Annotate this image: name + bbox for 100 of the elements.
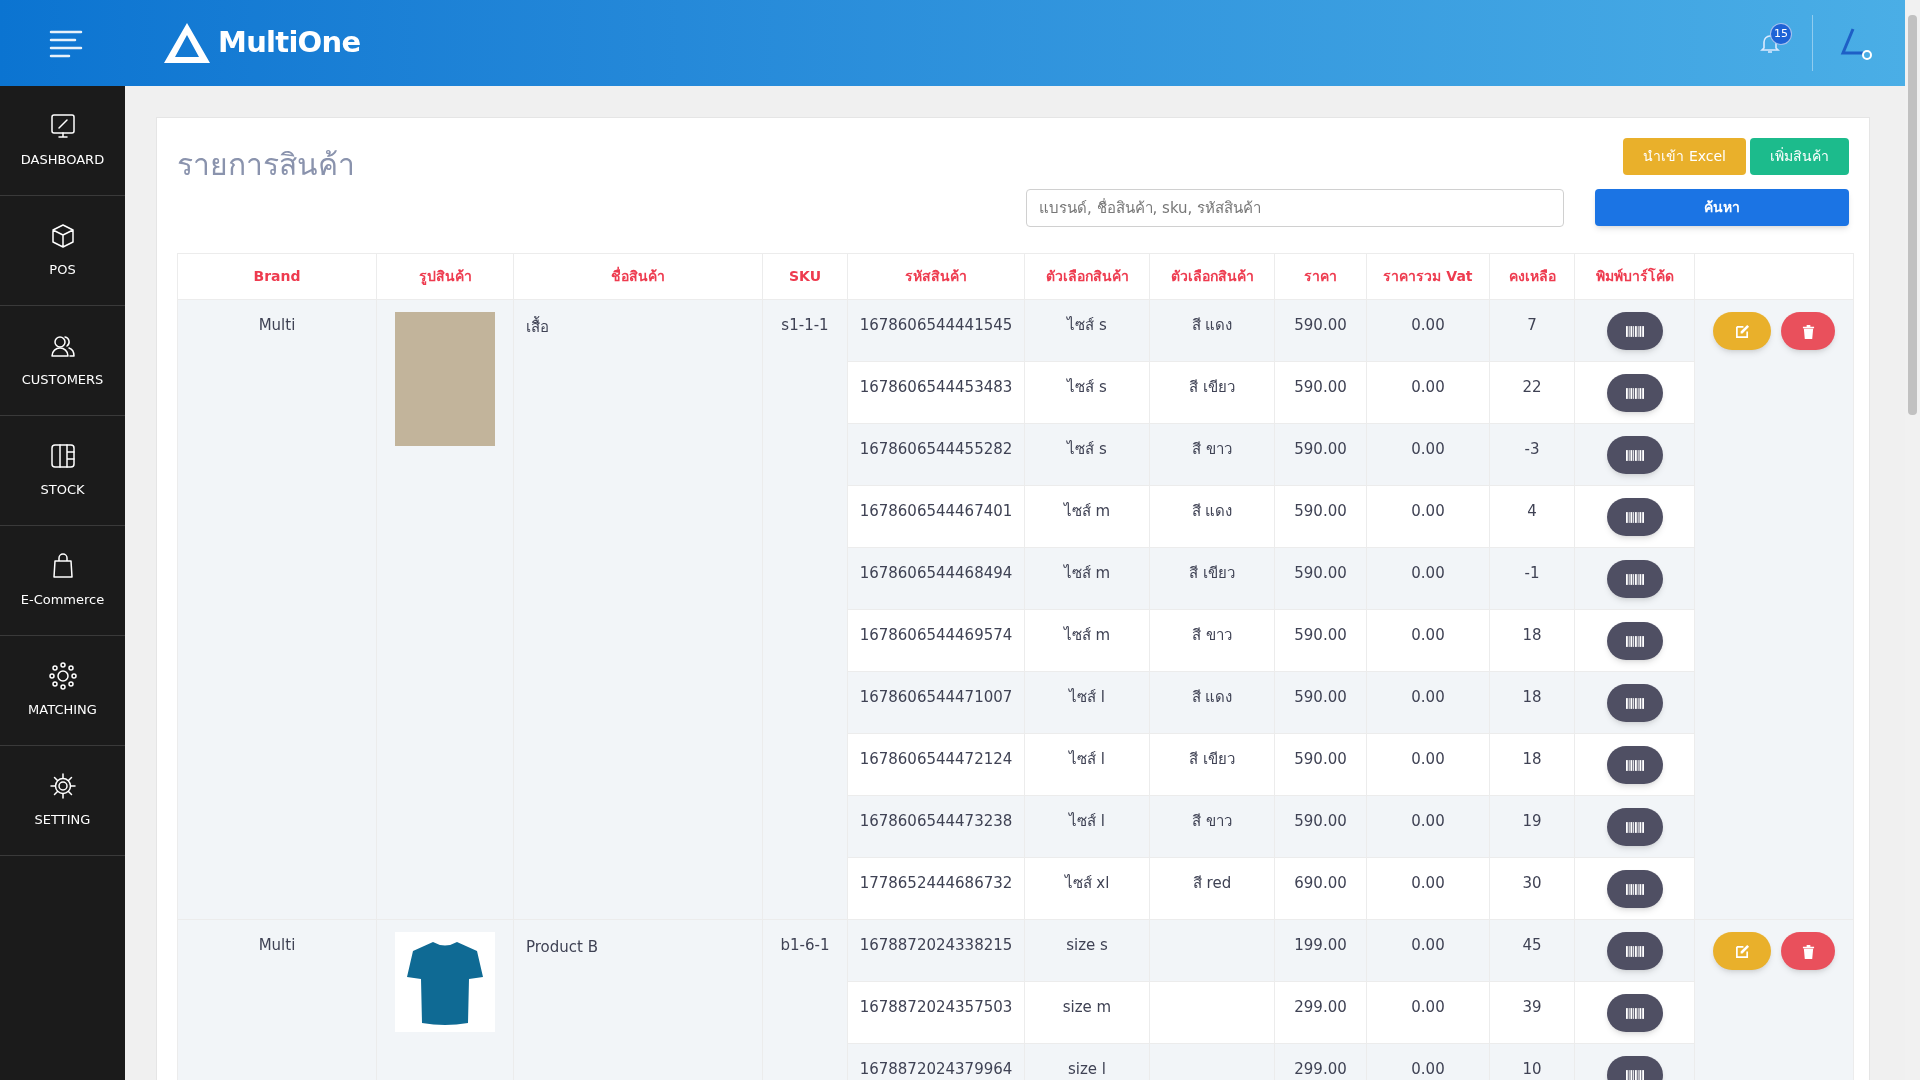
table-cell: 1678606544441545 [847, 299, 1025, 362]
barcode-button[interactable] [1606, 870, 1663, 908]
columns-icon [48, 441, 77, 470]
table-cell: Multi [177, 299, 377, 920]
table-cell: เสื้อ [513, 299, 763, 920]
table-cell: ไซส์ m [1024, 609, 1150, 672]
barcode-icon [1625, 449, 1644, 461]
table-cell: Multi [177, 919, 377, 1080]
network-icon [48, 661, 77, 690]
brand-name: MultiOne [218, 24, 361, 62]
logo-icon [162, 21, 212, 65]
table-cell: 18 [1489, 671, 1575, 734]
sidebar-item[interactable]: E-Commerce [0, 526, 125, 636]
barcode-button[interactable] [1606, 436, 1663, 474]
sidebar-item[interactable]: POS [0, 196, 125, 306]
barcode-button[interactable] [1606, 312, 1663, 350]
table-cell: ไซส์ xl [1024, 857, 1150, 920]
table-cell: 1678606544455282 [847, 423, 1025, 486]
table-cell: สี red [1149, 857, 1275, 920]
table-cell: 0.00 [1366, 299, 1490, 362]
table-cell: 690.00 [1274, 857, 1367, 920]
table-cell: สี ขาว [1149, 795, 1275, 858]
table-cell: 1778652444686732 [847, 857, 1025, 920]
table-cell: 0.00 [1366, 919, 1490, 982]
table-cell: 590.00 [1274, 733, 1367, 796]
menu-icon[interactable] [49, 28, 83, 58]
table-cell: 0.00 [1366, 795, 1490, 858]
barcode-button[interactable] [1606, 932, 1663, 970]
table-cell: 299.00 [1274, 981, 1367, 1044]
column-header: ราคารวม Vat [1366, 253, 1490, 300]
barcode-button[interactable] [1606, 808, 1663, 846]
table-cell: ไซส์ s [1024, 423, 1150, 486]
table-cell: 22 [1489, 361, 1575, 424]
sidebar-item[interactable]: CUSTOMERS [0, 306, 125, 416]
table-cell: 1678872024357503 [847, 981, 1025, 1044]
table-cell: 1678606544473238 [847, 795, 1025, 858]
sidebar-item[interactable]: STOCK [0, 416, 125, 526]
table-cell: Product B [513, 919, 763, 1080]
table-cell: 18 [1489, 609, 1575, 672]
barcode-icon [1625, 511, 1644, 523]
barcode-icon [1625, 759, 1644, 771]
barcode-icon [1625, 821, 1644, 833]
column-header: ราคา [1274, 253, 1367, 300]
table-cell: ไซส์ s [1024, 361, 1150, 424]
table-cell: ไซส์ m [1024, 485, 1150, 548]
sidebar-item[interactable]: MATCHING [0, 636, 125, 746]
table-cell: -1 [1489, 547, 1575, 610]
page-title: รายการสินค้า [177, 146, 355, 184]
table-cell: 1678606544469574 [847, 609, 1025, 672]
delete-button[interactable] [1781, 312, 1835, 350]
table-cell: 1678872024338215 [847, 919, 1025, 982]
table-cell: 1678606544453483 [847, 361, 1025, 424]
notification-button[interactable]: 15 [1750, 23, 1790, 63]
gear-icon [48, 771, 77, 800]
table-cell: ไซส์ l [1024, 795, 1150, 858]
column-header: รหัสสินค้า [847, 253, 1025, 300]
scrollbar-thumb[interactable] [1908, 15, 1917, 415]
column-header: รูปสินค้า [376, 253, 514, 300]
table-cell: 590.00 [1274, 299, 1367, 362]
barcode-icon [1625, 387, 1644, 399]
barcode-icon [1625, 1007, 1644, 1019]
barcode-button[interactable] [1606, 684, 1663, 722]
table-cell: สี เขียว [1149, 547, 1275, 610]
barcode-button[interactable] [1606, 746, 1663, 784]
table-cell: 590.00 [1274, 547, 1367, 610]
column-header: คงเหลือ [1489, 253, 1575, 300]
table-cell: b1-6-1 [762, 919, 848, 1080]
table-cell: สี แดง [1149, 485, 1275, 548]
barcode-icon [1625, 573, 1644, 585]
table-cell: 590.00 [1274, 671, 1367, 734]
table-cell: 1678606544472124 [847, 733, 1025, 796]
barcode-button[interactable] [1606, 560, 1663, 598]
barcode-button[interactable] [1606, 374, 1663, 412]
barcode-button[interactable] [1606, 498, 1663, 536]
table-cell: 18 [1489, 733, 1575, 796]
search-field[interactable]: แบรนด์, ชื่อสินค้า, sku, รหัสสินค้า [1026, 189, 1564, 227]
table-cell: 0.00 [1366, 671, 1490, 734]
column-header: Brand [177, 253, 377, 300]
notification-count: 15 [1770, 23, 1792, 45]
table-cell: ไซส์ s [1024, 299, 1150, 362]
table-cell: สี แดง [1149, 671, 1275, 734]
table-cell: 1678606544468494 [847, 547, 1025, 610]
barcode-button[interactable] [1606, 622, 1663, 660]
table-cell: 7 [1489, 299, 1575, 362]
table-cell: 590.00 [1274, 361, 1367, 424]
search-button[interactable]: ค้นหา [1595, 189, 1849, 226]
edit-icon [1734, 323, 1750, 339]
trash-icon [1801, 943, 1815, 959]
barcode-icon [1625, 945, 1644, 957]
sidebar-item[interactable]: SETTING [0, 746, 125, 856]
column-header: SKU [762, 253, 848, 300]
table-cell: สี ขาว [1149, 609, 1275, 672]
table-cell: สี เขียว [1149, 361, 1275, 424]
table-cell: 0.00 [1366, 857, 1490, 920]
table-cell: 0.00 [1366, 485, 1490, 548]
table-cell: 0.00 [1366, 981, 1490, 1044]
barcode-button[interactable] [1606, 994, 1663, 1032]
column-header: ตัวเลือกสินค้า [1149, 253, 1275, 300]
sidebar-item[interactable]: DASHBOARD [0, 86, 125, 196]
delete-button[interactable] [1781, 932, 1835, 970]
